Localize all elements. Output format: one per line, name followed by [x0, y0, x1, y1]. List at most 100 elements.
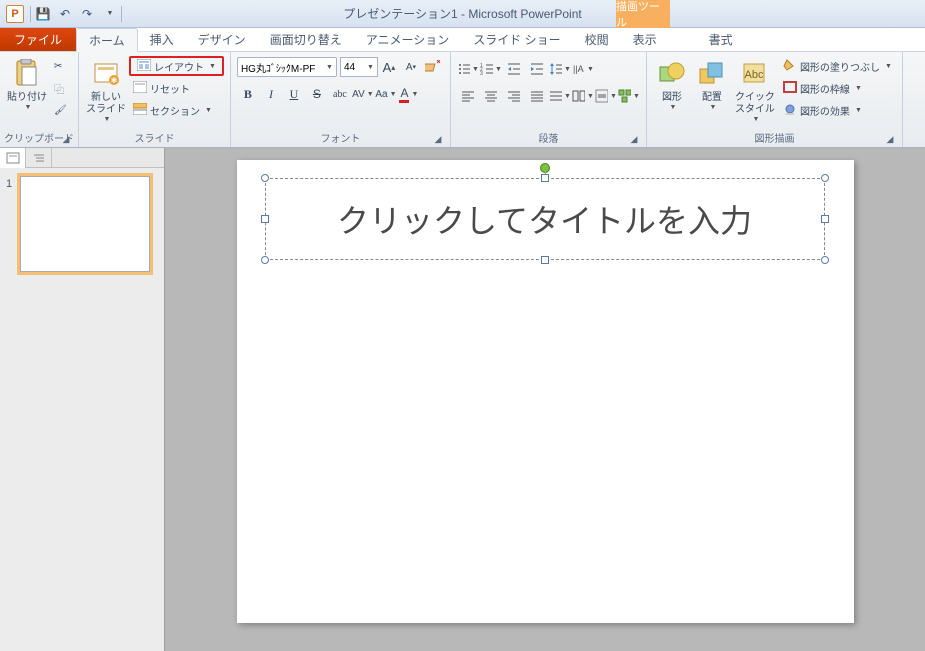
- slide-canvas[interactable]: クリックしてタイトルを入力: [237, 160, 854, 623]
- slide-thumbnail-preview[interactable]: [20, 176, 150, 272]
- cut-icon: ✂: [54, 61, 62, 72]
- char-spacing-button[interactable]: AV▼: [352, 83, 374, 105]
- chevron-down-icon: ▼: [25, 104, 32, 111]
- font-name-selector[interactable]: HG丸ｺﾞｼｯｸM-PF▼: [237, 57, 337, 77]
- shape-fill-button[interactable]: 図形の塗りつぶし▼: [779, 56, 896, 76]
- clipboard-dialog-launcher[interactable]: ◢: [60, 133, 72, 145]
- shape-outline-label: 図形の枠線: [800, 81, 850, 96]
- svg-text:3: 3: [480, 71, 483, 76]
- resize-handle-br[interactable]: [821, 256, 829, 264]
- redo-icon[interactable]: ↷: [77, 4, 97, 24]
- shape-effects-button[interactable]: 図形の効果▼: [779, 100, 896, 120]
- smartart-button[interactable]: ▼: [618, 85, 640, 107]
- slide-edit-area[interactable]: クリックしてタイトルを入力: [165, 148, 925, 651]
- text-direction-button[interactable]: ||A▼: [572, 58, 594, 80]
- save-icon[interactable]: 💾: [33, 4, 53, 24]
- new-slide-label: 新しい スライド: [86, 92, 126, 116]
- line-spacing-button[interactable]: ▼: [549, 58, 571, 80]
- columns-button[interactable]: ▼: [572, 85, 594, 107]
- paragraph-dialog-launcher[interactable]: ◢: [628, 133, 640, 145]
- arrange-icon: [696, 58, 728, 90]
- font-group: HG丸ｺﾞｼｯｸM-PF▼ 44▼ A▴ A▾ B I U S abc AV▼ …: [231, 52, 451, 147]
- change-case-button[interactable]: Aa▼: [375, 83, 397, 105]
- align-center-button[interactable]: [480, 85, 502, 107]
- thumbnail-list[interactable]: 1: [0, 168, 164, 651]
- paste-button[interactable]: 貼り付け ▼: [6, 56, 48, 126]
- thumbnail-panel-tabs: [0, 148, 164, 168]
- align-text-button[interactable]: ▼: [595, 85, 617, 107]
- strike-button[interactable]: S: [306, 83, 328, 105]
- section-label: セクション: [150, 103, 200, 118]
- align-right-button[interactable]: [503, 85, 525, 107]
- file-tab[interactable]: ファイル: [0, 27, 76, 51]
- shrink-font-button[interactable]: A▾: [400, 56, 422, 78]
- grow-font-button[interactable]: A▴: [378, 56, 400, 78]
- chevron-down-icon: ▼: [104, 116, 111, 123]
- italic-button[interactable]: I: [260, 83, 282, 105]
- brush-icon: 🖌: [54, 105, 67, 116]
- copy-button[interactable]: ⿻: [50, 78, 71, 98]
- font-dialog-launcher[interactable]: ◢: [432, 133, 444, 145]
- clear-format-button[interactable]: [422, 56, 444, 78]
- animations-tab[interactable]: アニメーション: [354, 27, 462, 51]
- section-button[interactable]: セクション▼: [129, 100, 224, 120]
- format-painter-button[interactable]: 🖌: [50, 100, 71, 120]
- format-tab[interactable]: 書式: [697, 27, 745, 51]
- thumbnail-panel: 1: [0, 148, 165, 651]
- resize-handle-tr[interactable]: [821, 174, 829, 182]
- new-slide-button[interactable]: ✱ 新しい スライド ▼: [85, 56, 127, 126]
- align-left-button[interactable]: [457, 85, 479, 107]
- title-placeholder-box[interactable]: クリックしてタイトルを入力: [265, 178, 825, 260]
- resize-handle-bm[interactable]: [541, 256, 549, 264]
- insert-tab[interactable]: 挿入: [138, 27, 186, 51]
- numbering-button[interactable]: 123▼: [480, 58, 502, 80]
- review-tab[interactable]: 校閲: [573, 27, 621, 51]
- reset-button[interactable]: リセット: [129, 78, 224, 98]
- arrange-button[interactable]: 配置▼: [693, 56, 731, 126]
- resize-handle-bl[interactable]: [261, 256, 269, 264]
- resize-handle-ml[interactable]: [261, 215, 269, 223]
- font-name-value: HG丸ｺﾞｼｯｸM-PF: [241, 60, 315, 75]
- distribute-button[interactable]: ▼: [549, 85, 571, 107]
- resize-handle-tm[interactable]: [541, 174, 549, 182]
- paragraph-group-label: 段落◢: [455, 128, 642, 147]
- transitions-tab[interactable]: 画面切り替え: [258, 27, 354, 51]
- font-size-selector[interactable]: 44▼: [340, 57, 378, 77]
- cut-button[interactable]: ✂: [50, 56, 71, 76]
- font-size-value: 44: [344, 62, 355, 73]
- slides-view-tab[interactable]: [0, 148, 26, 168]
- quick-styles-button[interactable]: Abc クイック スタイル▼: [733, 56, 777, 126]
- title-placeholder-text[interactable]: クリックしてタイトルを入力: [337, 196, 752, 242]
- ribbon: 貼り付け ▼ ✂ ⿻ 🖌 クリップボード◢ ✱ 新しい スライド ▼: [0, 52, 925, 148]
- design-tab[interactable]: デザイン: [186, 27, 258, 51]
- title-bar: P 💾 ↶ ↷ ▼ プレゼンテーション1 - Microsoft PowerPo…: [0, 0, 925, 28]
- shapes-label: 図形: [662, 92, 682, 104]
- justify-button[interactable]: [526, 85, 548, 107]
- shadow-button[interactable]: abc: [329, 83, 351, 105]
- shape-outline-button[interactable]: 図形の枠線▼: [779, 78, 896, 98]
- bullets-button[interactable]: ▼: [457, 58, 479, 80]
- slideshow-tab[interactable]: スライド ショー: [461, 27, 572, 51]
- drawing-dialog-launcher[interactable]: ◢: [884, 133, 896, 145]
- outline-view-icon: [32, 152, 46, 164]
- undo-icon[interactable]: ↶: [55, 4, 75, 24]
- bold-button[interactable]: B: [237, 83, 259, 105]
- home-tab[interactable]: ホーム: [76, 28, 138, 52]
- app-icon[interactable]: P: [6, 5, 24, 23]
- workspace: 1 クリックしてタイトルを入力: [0, 148, 925, 651]
- underline-button[interactable]: U: [283, 83, 305, 105]
- decrease-indent-button[interactable]: [503, 58, 525, 80]
- slide-number: 1: [6, 176, 16, 272]
- quick-styles-label: クイック スタイル: [735, 92, 775, 116]
- shapes-button[interactable]: 図形▼: [653, 56, 691, 126]
- layout-button[interactable]: レイアウト▼: [129, 56, 224, 76]
- outline-view-tab[interactable]: [26, 148, 52, 168]
- qat-dropdown-icon[interactable]: ▼: [99, 4, 119, 24]
- resize-handle-mr[interactable]: [821, 215, 829, 223]
- resize-handle-tl[interactable]: [261, 174, 269, 182]
- slide-thumbnail-1[interactable]: 1: [6, 176, 158, 272]
- increase-indent-button[interactable]: [526, 58, 548, 80]
- font-color-button[interactable]: A▼: [398, 83, 420, 105]
- view-tab[interactable]: 表示: [621, 27, 669, 51]
- layout-icon: [137, 59, 151, 74]
